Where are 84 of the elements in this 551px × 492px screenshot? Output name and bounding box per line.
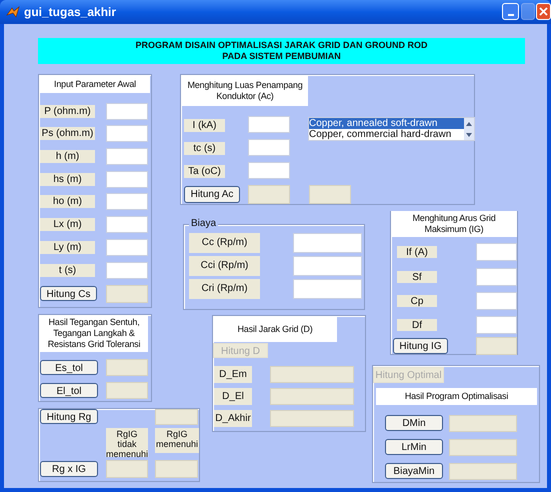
panel-title: Input Parameter Awal — [40, 76, 150, 93]
result-field — [248, 185, 290, 204]
panel-title: Menghitung Arus Grid Maksimum (IG) — [391, 211, 517, 237]
maximize-button[interactable] — [521, 3, 535, 20]
column-header: RgIG tidak memenuhi — [106, 428, 148, 457]
push-button[interactable]: Hitung Cs — [40, 286, 97, 301]
minimize-button[interactable] — [502, 3, 519, 20]
push-button[interactable]: DMin — [385, 415, 443, 431]
field-label: P (ohm.m) — [40, 105, 95, 118]
input-field[interactable] — [248, 162, 290, 179]
window-title: gui_tugas_akhir — [24, 4, 116, 20]
field-label: D_Em — [214, 366, 252, 383]
input-field[interactable] — [248, 139, 290, 156]
close-icon[interactable] — [539, 7, 548, 16]
push-button[interactable]: Hitung Ac — [184, 186, 240, 203]
material-list[interactable]: Copper, annealed soft-drawn Copper, commercial hard-drawn — [308, 117, 475, 141]
field-label: hs (m) — [40, 173, 95, 186]
input-field[interactable] — [476, 292, 517, 310]
scroll-up-icon[interactable] — [466, 122, 472, 126]
field-label: D_Akhir — [214, 410, 252, 427]
field-label: I (kA) — [184, 119, 225, 132]
push-button[interactable]: Hitung IG — [393, 338, 448, 354]
result-field — [106, 359, 148, 376]
result-field — [155, 409, 198, 425]
field-label: Ps (ohm.m) — [40, 127, 95, 140]
field-label: Cp — [397, 295, 437, 307]
input-field[interactable] — [106, 239, 148, 256]
field-label: Lx (m) — [40, 218, 95, 231]
input-field[interactable] — [106, 103, 148, 120]
scrollbar[interactable] — [464, 118, 474, 140]
push-button[interactable]: LrMin — [385, 439, 443, 455]
panel-legend: Biaya — [189, 218, 218, 230]
result-field — [449, 439, 517, 456]
input-field[interactable] — [293, 233, 362, 253]
input-field[interactable] — [106, 262, 148, 279]
panel-title: Hasil Program Optimalisasi — [376, 388, 537, 405]
input-field[interactable] — [476, 243, 517, 261]
input-field[interactable] — [106, 125, 148, 142]
field-label: Df — [397, 319, 437, 331]
field-label: If (A) — [397, 246, 437, 258]
push-button[interactable]: Rg x IG — [40, 461, 98, 477]
push-button[interactable]: El_tol — [40, 383, 98, 398]
field-label: Cci (Rp/m) — [189, 256, 260, 276]
list-item[interactable]: Copper, annealed soft-drawn — [309, 118, 464, 129]
input-field[interactable] — [293, 256, 362, 276]
panel-title: Menghitung Luas Penampang Konduktor (Ac) — [182, 76, 308, 106]
result-field — [106, 460, 148, 478]
scroll-down-icon[interactable] — [466, 132, 472, 136]
field-label: Ly (m) — [40, 241, 95, 254]
panel-title: Hasil Jarak Grid (D) — [213, 316, 337, 342]
input-field[interactable] — [106, 216, 148, 233]
field-label: D_El — [214, 388, 252, 405]
result-field — [309, 185, 351, 204]
result-field — [106, 285, 148, 303]
field-label: h (m) — [40, 150, 95, 163]
result-field — [476, 337, 517, 355]
field-label: Cc (Rp/m) — [189, 233, 260, 253]
field-label: Cri (Rp/m) — [189, 279, 260, 299]
input-field[interactable] — [106, 171, 148, 188]
column-header: RgIG memenuhi — [155, 428, 199, 453]
banner-text: PROGRAM DISAIN OPTIMALISASI JARAK GRID DAN GROUND ROD — [135, 40, 428, 51]
result-field — [449, 415, 517, 432]
panel-title: Hasil Tegangan Sentuh, Tegangan Langkah & Resistans Grid Toleransi — [40, 315, 148, 352]
field-label: tc (s) — [184, 142, 225, 155]
input-field[interactable] — [106, 148, 148, 165]
result-field — [155, 460, 198, 478]
input-field[interactable] — [293, 279, 362, 299]
input-field[interactable] — [106, 193, 148, 210]
result-field — [449, 463, 517, 480]
banner-text: PADA SISTEM PEMBUMIAN — [222, 51, 341, 62]
list-item[interactable]: Copper, commercial hard-drawn — [309, 129, 464, 140]
app-logo-icon — [6, 5, 20, 19]
field-label: t (s) — [40, 264, 95, 277]
push-button[interactable]: Hitung Rg — [40, 409, 98, 424]
field-label: Ta (oC) — [184, 165, 225, 178]
result-field — [106, 382, 148, 399]
input-field[interactable] — [248, 116, 290, 133]
push-button[interactable]: BiayaMin — [385, 463, 443, 479]
input-field[interactable] — [476, 268, 517, 286]
close-button[interactable] — [536, 3, 551, 20]
field-label: ho (m) — [40, 195, 95, 208]
field-label: Sf — [397, 271, 437, 283]
push-button[interactable]: Es_tol — [40, 360, 98, 375]
input-field[interactable] — [476, 316, 517, 334]
